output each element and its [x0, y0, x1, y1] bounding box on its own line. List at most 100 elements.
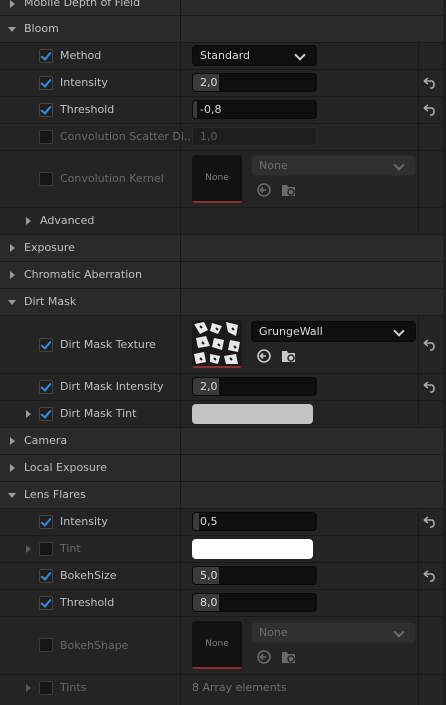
chevron-down-icon: [393, 626, 405, 638]
bokeh-size-input[interactable]: 5,0: [192, 566, 317, 585]
input-value: 2,0: [200, 76, 218, 89]
input-value: -0,8: [200, 103, 222, 116]
dirt-mask-intensity-input[interactable]: 2,0: [192, 377, 317, 396]
chevron-down-icon: [393, 325, 405, 337]
property-label: Convolution Scatter Di...: [60, 130, 195, 143]
category-chromatic-aberration[interactable]: Chromatic Aberration: [0, 262, 446, 289]
property-bokeh-size: BokehSize 5,0: [0, 563, 446, 590]
expand-arrow-icon[interactable]: [10, 244, 15, 252]
dropdown-value: Standard: [200, 49, 251, 62]
expand-arrow-icon[interactable]: [26, 684, 31, 692]
property-label: BokehSize: [60, 569, 117, 582]
override-checkbox[interactable]: [39, 638, 53, 652]
browse-asset-icon[interactable]: [281, 348, 297, 364]
override-checkbox[interactable]: [39, 407, 53, 421]
use-selected-asset-icon[interactable]: [256, 649, 272, 665]
property-label: Threshold: [60, 103, 115, 116]
override-checkbox[interactable]: [39, 380, 53, 394]
category-mobile-depth-of-field[interactable]: Mobile Depth of Field: [0, 0, 446, 16]
browse-asset-icon[interactable]: [281, 649, 297, 665]
override-checkbox[interactable]: [39, 569, 53, 583]
collapse-arrow-icon[interactable]: [8, 27, 16, 32]
expand-arrow-icon[interactable]: [10, 0, 15, 8]
property-label: Threshold: [60, 596, 115, 609]
property-label: Method: [60, 49, 102, 62]
subcategory-advanced[interactable]: Advanced: [0, 208, 446, 235]
expand-arrow-icon[interactable]: [10, 437, 15, 445]
use-selected-asset-icon[interactable]: [256, 348, 272, 364]
asset-picker-dropdown[interactable]: None: [251, 622, 416, 643]
grunge-texture-thumbnail[interactable]: [192, 320, 242, 368]
subcategory-label: Advanced: [40, 214, 95, 227]
property-bloom-threshold: Threshold -0,8: [0, 97, 446, 124]
asset-picker-dropdown[interactable]: None: [251, 155, 416, 176]
expand-arrow-icon[interactable]: [10, 271, 15, 279]
reset-arrow-icon[interactable]: [423, 77, 437, 89]
override-checkbox[interactable]: [39, 515, 53, 529]
input-value: 8,0: [200, 596, 218, 609]
expand-arrow-icon[interactable]: [26, 410, 31, 418]
property-label: Tints: [60, 681, 87, 694]
input-value: 5,0: [200, 569, 218, 582]
input-value: 0,5: [200, 515, 218, 528]
override-checkbox[interactable]: [39, 76, 53, 90]
dirt-mask-tint-swatch[interactable]: [192, 404, 313, 424]
category-exposure[interactable]: Exposure: [0, 235, 446, 262]
property-lens-tint: Tint: [0, 536, 446, 563]
category-dirt-mask[interactable]: Dirt Mask: [0, 289, 446, 316]
use-selected-asset-icon[interactable]: [256, 182, 272, 198]
expand-arrow-icon[interactable]: [10, 464, 15, 472]
override-checkbox[interactable]: [39, 542, 53, 556]
property-lens-intensity: Intensity 0,5: [0, 509, 446, 536]
method-dropdown[interactable]: Standard: [192, 45, 317, 66]
reset-arrow-icon[interactable]: [423, 339, 437, 351]
browse-asset-icon[interactable]: [281, 182, 297, 198]
property-bloom-intensity: Intensity 2,0: [0, 70, 446, 97]
dropdown-value: None: [259, 159, 288, 172]
collapse-arrow-icon[interactable]: [8, 300, 16, 305]
property-label: Intensity: [60, 515, 108, 528]
intensity-input[interactable]: 2,0: [192, 73, 317, 92]
property-label: Dirt Mask Tint: [60, 407, 137, 420]
override-checkbox[interactable]: [39, 103, 53, 117]
lens-threshold-input[interactable]: 8,0: [192, 593, 317, 612]
reset-arrow-icon[interactable]: [423, 570, 437, 582]
override-checkbox[interactable]: [39, 49, 53, 63]
threshold-input[interactable]: -0,8: [192, 100, 317, 119]
property-tints: Tints 8 Array elements: [0, 675, 446, 705]
expand-arrow-icon[interactable]: [26, 545, 31, 553]
asset-thumbnail[interactable]: None: [192, 621, 242, 669]
asset-thumbnail[interactable]: None: [192, 155, 242, 203]
lens-intensity-input[interactable]: 0,5: [192, 512, 317, 531]
collapse-arrow-icon[interactable]: [8, 493, 16, 498]
chevron-down-icon: [393, 159, 405, 171]
reset-arrow-icon[interactable]: [423, 516, 437, 528]
dropdown-value: None: [259, 626, 288, 639]
property-label: Dirt Mask Intensity: [60, 380, 164, 393]
category-label: Bloom: [24, 22, 59, 35]
override-checkbox[interactable]: [39, 172, 53, 186]
array-count-label: 8 Array elements: [192, 681, 287, 694]
expand-arrow-icon[interactable]: [26, 217, 31, 225]
reset-arrow-icon[interactable]: [423, 104, 437, 116]
override-checkbox[interactable]: [39, 596, 53, 610]
input-value: 2,0: [200, 380, 218, 393]
category-label: Exposure: [24, 241, 75, 254]
category-bloom[interactable]: Bloom: [0, 16, 446, 43]
property-label: Intensity: [60, 76, 108, 89]
category-lens-flares[interactable]: Lens Flares: [0, 482, 446, 509]
reset-arrow-icon[interactable]: [423, 381, 437, 393]
category-local-exposure[interactable]: Local Exposure: [0, 455, 446, 482]
override-checkbox[interactable]: [39, 130, 53, 144]
property-convolution-scatter: Convolution Scatter Di... 1,0: [0, 124, 446, 151]
override-checkbox[interactable]: [39, 338, 53, 352]
override-checkbox[interactable]: [39, 681, 53, 695]
thumbnail-label: None: [205, 639, 229, 649]
texture-picker-dropdown[interactable]: GrungeWall: [251, 321, 416, 342]
convolution-scatter-input: 1,0: [192, 127, 317, 146]
category-camera[interactable]: Camera: [0, 428, 446, 455]
lens-tint-swatch[interactable]: [192, 539, 313, 559]
category-label: Local Exposure: [24, 461, 107, 474]
texture-preview-image: [192, 320, 242, 366]
category-label: Camera: [24, 434, 68, 447]
